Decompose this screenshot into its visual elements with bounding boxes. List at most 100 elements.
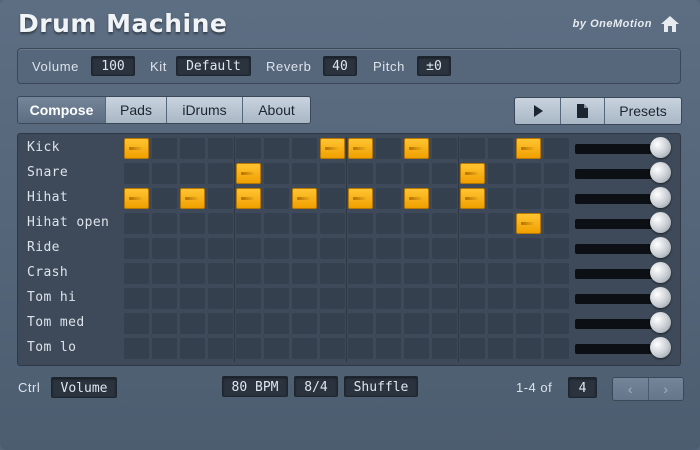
step-cell[interactable] bbox=[544, 338, 569, 359]
step-cell[interactable] bbox=[432, 213, 457, 234]
step-cell[interactable] bbox=[488, 338, 513, 359]
step-cell[interactable] bbox=[516, 288, 541, 309]
step-cell[interactable] bbox=[152, 313, 177, 334]
step-cell[interactable] bbox=[152, 288, 177, 309]
step-cell[interactable] bbox=[488, 163, 513, 184]
step-cell[interactable] bbox=[544, 188, 569, 209]
step-cell[interactable] bbox=[180, 138, 205, 159]
pitch-value[interactable]: ±0 bbox=[417, 56, 451, 76]
step-cell[interactable] bbox=[516, 338, 541, 359]
step-cell[interactable] bbox=[432, 313, 457, 334]
step-cell[interactable] bbox=[180, 288, 205, 309]
step-cell[interactable] bbox=[264, 188, 289, 209]
step-cell[interactable] bbox=[460, 213, 485, 234]
step-cell[interactable] bbox=[376, 188, 401, 209]
step-cell[interactable] bbox=[544, 213, 569, 234]
step-cell[interactable] bbox=[124, 263, 149, 284]
step-cell[interactable] bbox=[376, 163, 401, 184]
step-cell[interactable] bbox=[124, 288, 149, 309]
step-cell[interactable] bbox=[208, 288, 233, 309]
step-cell-active[interactable] bbox=[404, 188, 429, 209]
bpm-control[interactable]: 80 BPM bbox=[222, 376, 288, 397]
step-cell[interactable] bbox=[208, 188, 233, 209]
step-cell[interactable] bbox=[460, 238, 485, 259]
step-cell[interactable] bbox=[208, 238, 233, 259]
step-cell[interactable] bbox=[292, 238, 317, 259]
step-cell[interactable] bbox=[264, 213, 289, 234]
step-cell-active[interactable] bbox=[180, 188, 205, 209]
step-cell-active[interactable] bbox=[320, 138, 345, 159]
step-cell[interactable] bbox=[320, 313, 345, 334]
step-cell[interactable] bbox=[208, 213, 233, 234]
step-cell[interactable] bbox=[236, 313, 261, 334]
step-cell[interactable] bbox=[236, 288, 261, 309]
step-cell[interactable] bbox=[292, 288, 317, 309]
step-cell[interactable] bbox=[516, 163, 541, 184]
step-cell[interactable] bbox=[432, 263, 457, 284]
step-cell[interactable] bbox=[152, 138, 177, 159]
step-cell[interactable] bbox=[320, 188, 345, 209]
step-cell-active[interactable] bbox=[404, 138, 429, 159]
step-cell[interactable] bbox=[180, 313, 205, 334]
volume-slider-knob[interactable] bbox=[650, 312, 671, 333]
step-cell[interactable] bbox=[460, 138, 485, 159]
step-cell[interactable] bbox=[376, 338, 401, 359]
step-cell[interactable] bbox=[404, 288, 429, 309]
step-cell[interactable] bbox=[488, 288, 513, 309]
step-cell[interactable] bbox=[208, 163, 233, 184]
step-cell[interactable] bbox=[376, 238, 401, 259]
step-cell[interactable] bbox=[404, 263, 429, 284]
volume-slider-knob[interactable] bbox=[650, 162, 671, 183]
file-button[interactable] bbox=[561, 98, 605, 124]
step-cell[interactable] bbox=[292, 338, 317, 359]
step-cell[interactable] bbox=[292, 163, 317, 184]
volume-slider-knob[interactable] bbox=[650, 137, 671, 158]
step-cell[interactable] bbox=[236, 263, 261, 284]
step-cell[interactable] bbox=[488, 313, 513, 334]
step-cell[interactable] bbox=[432, 288, 457, 309]
step-cell[interactable] bbox=[404, 213, 429, 234]
presets-button[interactable]: Presets bbox=[605, 98, 681, 124]
page-count[interactable]: 4 bbox=[568, 377, 597, 398]
step-cell[interactable] bbox=[292, 213, 317, 234]
step-cell[interactable] bbox=[152, 188, 177, 209]
step-cell[interactable] bbox=[264, 238, 289, 259]
step-cell[interactable] bbox=[488, 138, 513, 159]
step-cell[interactable] bbox=[208, 338, 233, 359]
step-cell[interactable] bbox=[320, 238, 345, 259]
step-cell[interactable] bbox=[180, 213, 205, 234]
step-cell[interactable] bbox=[432, 338, 457, 359]
step-cell[interactable] bbox=[348, 263, 373, 284]
step-cell[interactable] bbox=[516, 188, 541, 209]
step-cell[interactable] bbox=[544, 138, 569, 159]
step-cell[interactable] bbox=[264, 138, 289, 159]
step-cell[interactable] bbox=[348, 288, 373, 309]
step-cell-active[interactable] bbox=[124, 188, 149, 209]
step-cell[interactable] bbox=[348, 163, 373, 184]
step-cell[interactable] bbox=[544, 263, 569, 284]
step-cell[interactable] bbox=[292, 263, 317, 284]
step-cell[interactable] bbox=[348, 313, 373, 334]
step-cell[interactable] bbox=[264, 163, 289, 184]
step-cell[interactable] bbox=[432, 238, 457, 259]
step-cell[interactable] bbox=[208, 138, 233, 159]
step-cell[interactable] bbox=[544, 163, 569, 184]
step-cell[interactable] bbox=[376, 138, 401, 159]
step-cell[interactable] bbox=[320, 288, 345, 309]
step-cell[interactable] bbox=[208, 313, 233, 334]
step-cell[interactable] bbox=[320, 338, 345, 359]
step-cell[interactable] bbox=[264, 313, 289, 334]
step-cell[interactable] bbox=[236, 238, 261, 259]
step-cell[interactable] bbox=[152, 163, 177, 184]
step-cell[interactable] bbox=[376, 263, 401, 284]
step-cell[interactable] bbox=[180, 238, 205, 259]
volume-value[interactable]: 100 bbox=[91, 56, 135, 76]
step-cell[interactable] bbox=[516, 238, 541, 259]
step-cell[interactable] bbox=[376, 213, 401, 234]
step-cell[interactable] bbox=[488, 263, 513, 284]
step-cell[interactable] bbox=[432, 163, 457, 184]
tab-idrums[interactable]: iDrums bbox=[167, 97, 243, 123]
step-cell-active[interactable] bbox=[460, 188, 485, 209]
step-cell[interactable] bbox=[264, 288, 289, 309]
step-cell-active[interactable] bbox=[292, 188, 317, 209]
